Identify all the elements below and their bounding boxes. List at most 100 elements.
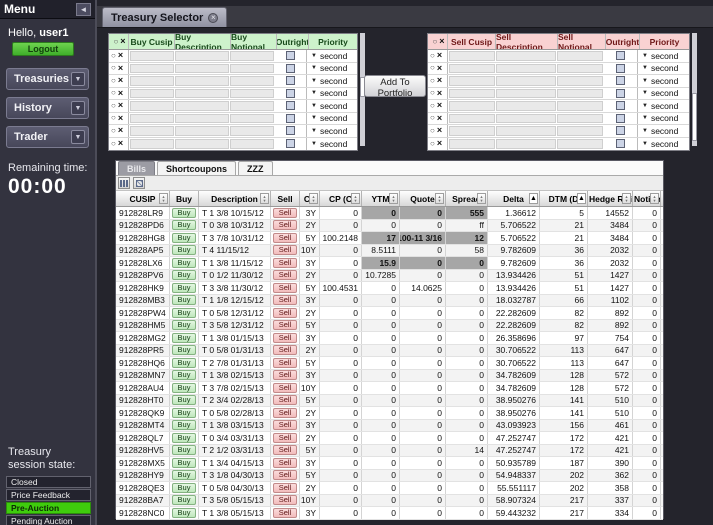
sell-button[interactable]: Sell (272, 420, 298, 431)
sort-button[interactable]: ▴ ▾ (389, 193, 398, 204)
buy-button[interactable]: Buy (171, 420, 197, 431)
priority-dropdown[interactable]: ▼ second (638, 88, 687, 100)
sort-button[interactable]: ▴ ▾ (650, 193, 659, 204)
select-row-icon[interactable]: ○ (430, 101, 435, 110)
clear-row-icon[interactable]: × (437, 76, 442, 85)
buy-button[interactable]: Buy (171, 220, 197, 231)
clear-row-icon[interactable]: × (437, 51, 442, 60)
priority-dropdown[interactable]: ▼ second (638, 50, 687, 62)
buy-button[interactable]: Buy (171, 357, 197, 368)
sell-button[interactable]: Sell (272, 445, 298, 456)
tab-zzz[interactable]: ZZZ (238, 161, 273, 175)
buy-button[interactable]: Buy (171, 207, 197, 218)
priority-dropdown[interactable]: ▼ second (307, 125, 355, 137)
clear-row-icon[interactable]: × (118, 139, 123, 148)
session-state-pending-auction[interactable]: Pending Auction (6, 515, 91, 525)
buy-button[interactable]: Buy (171, 345, 197, 356)
buy-button[interactable]: Buy (171, 470, 197, 481)
sell-button[interactable]: Sell (272, 407, 298, 418)
select-row-icon[interactable]: ○ (111, 139, 116, 148)
clear-row-icon[interactable]: × (437, 101, 442, 110)
sell-button[interactable]: Sell (272, 457, 298, 468)
priority-dropdown[interactable]: ▼ second (307, 138, 355, 151)
buy-button[interactable]: Buy (171, 295, 197, 306)
clear-row-icon[interactable]: × (118, 113, 123, 123)
select-row-icon[interactable]: ○ (111, 114, 116, 122)
buy-button[interactable]: Buy (171, 457, 197, 468)
add-to-portfolio-button[interactable]: Add To Portfolio (364, 75, 426, 99)
priority-dropdown[interactable]: ▼ second (638, 113, 687, 125)
clear-row-icon[interactable]: × (118, 88, 123, 98)
outright-checkbox[interactable] (286, 126, 295, 136)
sort-button[interactable]: ▴ ▾ (351, 193, 360, 204)
buy-button[interactable]: Buy (171, 432, 197, 443)
buy-button[interactable]: Buy (171, 445, 197, 456)
sell-button[interactable]: Sell (272, 257, 298, 268)
sell-button[interactable]: Sell (272, 245, 298, 256)
select-row-icon[interactable]: ○ (111, 51, 116, 60)
sell-button[interactable]: Sell (272, 220, 298, 231)
buy-button[interactable]: Buy (171, 282, 197, 293)
select-row-icon[interactable]: ○ (432, 37, 437, 46)
sort-button[interactable]: ▲ (529, 193, 538, 204)
sort-button[interactable]: ▲ (577, 193, 586, 204)
buy-button[interactable]: Buy (171, 307, 197, 318)
chevron-down-icon[interactable]: ▼ (71, 72, 85, 86)
sell-button[interactable]: Sell (272, 357, 298, 368)
select-row-icon[interactable]: ○ (111, 64, 116, 72)
select-row-icon[interactable]: ○ (430, 76, 435, 85)
select-row-icon[interactable]: ○ (430, 139, 435, 148)
logout-button[interactable]: Logout (12, 42, 74, 56)
outright-checkbox[interactable] (286, 63, 295, 73)
outright-checkbox[interactable] (616, 76, 625, 86)
select-row-icon[interactable]: ○ (430, 51, 435, 60)
select-row-icon[interactable]: ○ (430, 89, 435, 97)
sort-button[interactable]: ▴ ▾ (159, 193, 168, 204)
select-row-icon[interactable]: ○ (111, 76, 116, 85)
sell-button[interactable]: Sell (272, 270, 298, 281)
sort-button[interactable]: ▴ ▾ (435, 193, 444, 204)
buy-button[interactable]: Buy (171, 245, 197, 256)
sell-button[interactable]: Sell (272, 482, 298, 493)
close-icon[interactable]: × (208, 12, 219, 23)
outright-checkbox[interactable] (286, 113, 295, 123)
outright-checkbox[interactable] (286, 51, 295, 61)
clear-row-icon[interactable]: × (437, 63, 442, 73)
chevron-down-icon[interactable]: ▼ (71, 101, 85, 115)
sell-button[interactable]: Sell (272, 507, 298, 518)
sell-button[interactable]: Sell (272, 232, 298, 243)
sell-button[interactable]: Sell (272, 332, 298, 343)
buy-button[interactable]: Buy (171, 507, 197, 518)
tab-shortcoupons[interactable]: Shortcoupons (157, 161, 237, 175)
priority-dropdown[interactable]: ▼ second (638, 63, 687, 75)
buy-button[interactable]: Buy (171, 495, 197, 506)
select-row-icon[interactable]: ○ (430, 114, 435, 122)
buy-button[interactable]: Buy (171, 270, 197, 281)
clear-row-icon[interactable]: × (118, 101, 123, 110)
sort-button[interactable]: ▴ ▾ (309, 193, 318, 204)
outright-checkbox[interactable] (286, 88, 295, 98)
buy-button[interactable]: Buy (171, 382, 197, 393)
sort-button[interactable]: ▴ ▾ (260, 193, 269, 204)
priority-dropdown[interactable]: ▼ second (307, 113, 355, 125)
outright-checkbox[interactable] (616, 113, 625, 123)
clear-row-icon[interactable]: × (437, 88, 442, 98)
scrollbar-thumb[interactable] (692, 93, 697, 141)
outright-checkbox[interactable] (616, 63, 625, 73)
buy-button[interactable]: Buy (171, 232, 197, 243)
outright-checkbox[interactable] (286, 139, 295, 149)
outright-checkbox[interactable] (616, 88, 625, 98)
tab-bills[interactable]: Bills (118, 161, 156, 175)
outright-checkbox[interactable] (616, 126, 625, 136)
select-row-icon[interactable]: ○ (430, 126, 435, 135)
priority-dropdown[interactable]: ▼ second (307, 63, 355, 75)
outright-checkbox[interactable] (616, 101, 625, 111)
sidebar-item-trader[interactable]: Trader ▼ (6, 126, 89, 148)
buy-button[interactable]: Buy (171, 370, 197, 381)
sell-button[interactable]: Sell (272, 207, 298, 218)
select-row-icon[interactable]: ○ (111, 101, 116, 110)
outright-checkbox[interactable] (286, 76, 295, 86)
clear-row-icon[interactable]: × (118, 76, 123, 85)
clear-row-icon[interactable]: × (118, 51, 123, 60)
sell-button[interactable]: Sell (272, 307, 298, 318)
